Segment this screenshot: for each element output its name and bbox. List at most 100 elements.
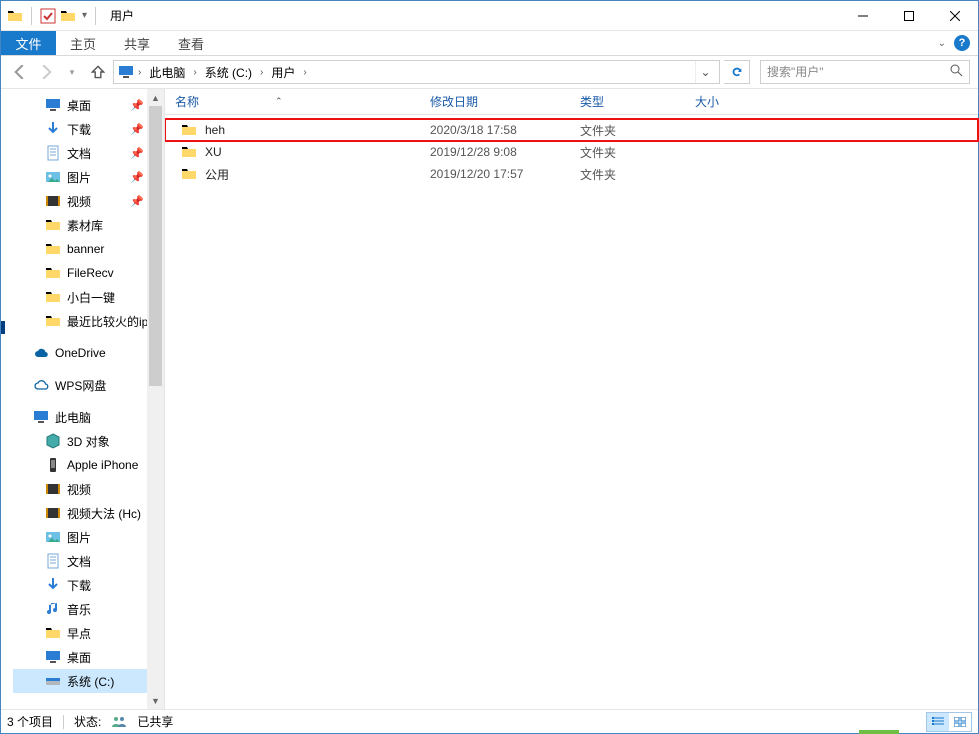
folder-icon	[7, 8, 23, 24]
search-icon[interactable]	[950, 64, 963, 80]
file-date: 2020/3/18 17:58	[430, 123, 580, 137]
drive-icon	[45, 673, 61, 689]
nav-item[interactable]: 最近比较火的iph	[13, 309, 148, 333]
column-name[interactable]: 名称⌃	[175, 93, 430, 110]
ribbon: 文件 主页 共享 查看 ⌄ ?	[1, 31, 978, 56]
file-name: XU	[205, 145, 222, 159]
up-button[interactable]	[87, 61, 109, 83]
nav-item-label: 图片	[67, 529, 91, 546]
crumb-sep[interactable]: ›	[191, 67, 198, 78]
scroll-down-button[interactable]: ▼	[147, 692, 164, 709]
videos-icon	[45, 481, 61, 497]
nav-item[interactable]: 3D 对象	[13, 429, 148, 453]
file-name: heh	[205, 123, 225, 137]
file-row[interactable]: heh 2020/3/18 17:58文件夹	[165, 119, 978, 141]
nav-item-label: 文档	[67, 145, 91, 162]
ribbon-tab-share[interactable]: 共享	[110, 31, 164, 55]
quick-check-icon[interactable]	[40, 8, 56, 24]
nav-item-label: 图片	[67, 169, 91, 186]
file-row[interactable]: XU2019/12/28 9:08文件夹	[165, 141, 978, 163]
qat-dropdown[interactable]: ▾	[82, 10, 87, 21]
pin-icon: 📌	[130, 99, 144, 112]
nav-item[interactable]: 视频📌	[13, 189, 148, 213]
3d-icon	[45, 433, 61, 449]
ribbon-tab-view[interactable]: 查看	[164, 31, 218, 55]
nav-item[interactable]: 桌面	[13, 645, 148, 669]
nav-item[interactable]: OneDrive	[13, 341, 148, 365]
crumb-users[interactable]: 用户	[267, 64, 299, 81]
address-history-dropdown[interactable]: ⌄	[695, 61, 715, 83]
nav-item-label: 早点	[67, 625, 91, 642]
nav-item[interactable]: 桌面📌	[13, 93, 148, 117]
nav-item[interactable]: WPS网盘	[13, 373, 148, 397]
navigation-pane: 桌面📌下载📌文档📌图片📌视频📌素材库bannerFileRecv小白一键最近比较…	[13, 89, 165, 709]
close-button[interactable]	[932, 1, 978, 31]
maximize-button[interactable]	[886, 1, 932, 31]
nav-scrollbar[interactable]: ▲ ▼	[147, 89, 164, 709]
file-name: 公用	[205, 166, 229, 183]
pin-icon: 📌	[130, 195, 144, 208]
ribbon-expand-button[interactable]: ⌄	[938, 38, 946, 49]
column-size[interactable]: 大小	[695, 93, 775, 110]
separator	[95, 7, 96, 25]
address-bar[interactable]: › 此电脑 › 系统 (C:) › 用户 › ⌄	[113, 60, 720, 84]
nav-item[interactable]: 下载	[13, 573, 148, 597]
nav-item[interactable]: banner	[13, 237, 148, 261]
view-large-button[interactable]	[949, 713, 971, 731]
scroll-up-button[interactable]: ▲	[147, 89, 164, 106]
nav-item[interactable]: 图片📌	[13, 165, 148, 189]
column-type[interactable]: 类型	[580, 93, 695, 110]
nav-item-label: 系统 (C:)	[67, 673, 114, 690]
nav-item[interactable]: 此电脑	[13, 405, 148, 429]
nav-item-label: 素材库	[67, 217, 103, 234]
nav-item[interactable]: 视频大法 (Hc)	[13, 501, 148, 525]
crumb-sep[interactable]: ›	[136, 67, 143, 78]
nav-item[interactable]: 素材库	[13, 213, 148, 237]
nav-item[interactable]: 文档	[13, 549, 148, 573]
recent-dropdown[interactable]: ▾	[61, 61, 83, 83]
file-row[interactable]: 公用2019/12/20 17:57文件夹	[165, 163, 978, 185]
back-button[interactable]	[9, 61, 31, 83]
scroll-thumb[interactable]	[149, 106, 162, 386]
refresh-button[interactable]	[724, 60, 750, 84]
nav-item[interactable]: 小白一键	[13, 285, 148, 309]
ribbon-tab-home[interactable]: 主页	[56, 31, 110, 55]
nav-item[interactable]: Apple iPhone	[13, 453, 148, 477]
crumb-thispc[interactable]: 此电脑	[145, 64, 189, 81]
view-details-button[interactable]	[927, 713, 949, 731]
crumb-sep[interactable]: ›	[258, 67, 265, 78]
nav-item-label: Apple iPhone	[67, 458, 138, 472]
quick-folder-icon[interactable]	[60, 8, 76, 24]
crumb-sep[interactable]: ›	[301, 67, 308, 78]
folder-icon	[181, 144, 197, 160]
status-bar: 3 个项目 状态: 已共享	[1, 709, 978, 733]
search-box[interactable]	[760, 60, 970, 84]
ribbon-file-tab[interactable]: 文件	[1, 31, 56, 55]
file-type: 文件夹	[580, 122, 695, 139]
nav-item-label: 文档	[67, 553, 91, 570]
nav-item[interactable]: 视频	[13, 477, 148, 501]
desktop-icon	[45, 649, 61, 665]
help-icon[interactable]: ?	[954, 35, 970, 51]
crumb-drive[interactable]: 系统 (C:)	[201, 64, 256, 81]
sort-indicator: ⌃	[275, 96, 283, 107]
nav-item-label: 下载	[67, 121, 91, 138]
phone-icon	[45, 457, 61, 473]
nav-item[interactable]: 系统 (C:)	[13, 669, 148, 693]
nav-item[interactable]: 文档📌	[13, 141, 148, 165]
nav-item[interactable]: FileRecv	[13, 261, 148, 285]
pictures-icon	[45, 169, 61, 185]
nav-item[interactable]: 早点	[13, 621, 148, 645]
column-headers: 名称⌃ 修改日期 类型 大小	[165, 89, 978, 115]
search-input[interactable]	[767, 65, 950, 79]
nav-item-label: FileRecv	[67, 266, 114, 280]
nav-item-label: 小白一键	[67, 289, 115, 306]
forward-button[interactable]	[35, 61, 57, 83]
nav-item[interactable]: 图片	[13, 525, 148, 549]
nav-item[interactable]: 音乐	[13, 597, 148, 621]
column-date[interactable]: 修改日期	[430, 93, 580, 110]
wps-icon	[33, 377, 49, 393]
onedrive-icon	[33, 345, 49, 361]
nav-item[interactable]: 下载📌	[13, 117, 148, 141]
minimize-button[interactable]	[840, 1, 886, 31]
